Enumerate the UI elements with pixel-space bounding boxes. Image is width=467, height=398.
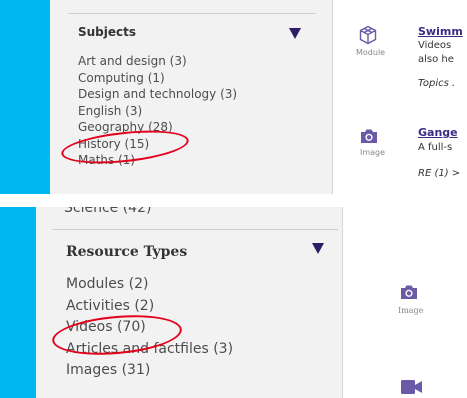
- module-caption: Module: [356, 48, 386, 57]
- subject-filter-art-and-design[interactable]: Art and design (3): [78, 53, 237, 70]
- column-divider: [342, 207, 343, 398]
- result-title-link[interactable]: Gange: [418, 126, 458, 139]
- result-description-line: also he: [418, 54, 454, 65]
- collapse-triangle-icon[interactable]: [312, 243, 324, 254]
- result-topics: RE (1) >: [418, 168, 461, 179]
- subject-filter-computing[interactable]: Computing (1): [78, 70, 237, 87]
- subjects-heading[interactable]: Subjects: [78, 25, 136, 39]
- accent-bar: [0, 0, 50, 194]
- result-title-link[interactable]: Swimm: [418, 25, 463, 38]
- image-caption: Image: [360, 148, 386, 157]
- camera-icon: [360, 128, 378, 148]
- accent-bar: [0, 207, 36, 398]
- subject-filter-english[interactable]: English (3): [78, 103, 237, 120]
- subjects-panel: Subjects Art and design (3) Computing (1…: [0, 0, 467, 194]
- video-camera-icon: [401, 379, 423, 398]
- camera-icon: [400, 284, 418, 304]
- resource-filter-modules[interactable]: Modules (2): [66, 274, 233, 296]
- section-divider: [68, 13, 316, 14]
- subject-filter-design-and-technology[interactable]: Design and technology (3): [78, 86, 237, 103]
- image-caption: Image: [398, 306, 424, 315]
- result-description-line: A full-s: [418, 142, 453, 153]
- subject-filter-science[interactable]: Science (42): [64, 207, 151, 216]
- result-topics: Topics .: [418, 78, 456, 89]
- cube-icon: [358, 25, 378, 49]
- collapse-triangle-icon[interactable]: [289, 28, 301, 39]
- resource-types-heading[interactable]: Resource Types: [66, 244, 187, 260]
- result-description-line: Videos: [418, 40, 452, 51]
- column-divider: [332, 0, 333, 194]
- section-divider: [52, 229, 338, 230]
- resource-filter-images[interactable]: Images (31): [66, 360, 233, 382]
- resource-filter-activities[interactable]: Activities (2): [66, 296, 233, 318]
